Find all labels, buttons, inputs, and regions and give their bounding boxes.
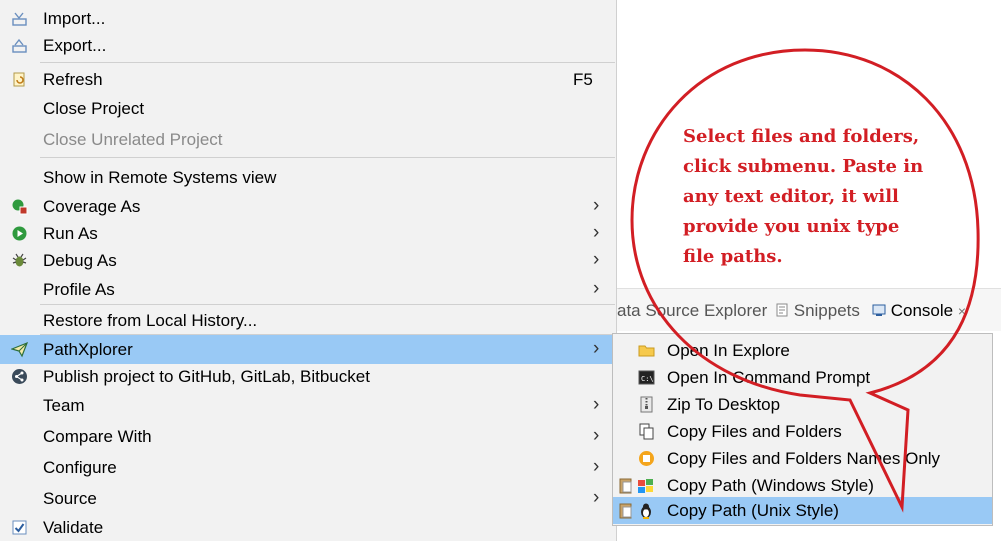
run-icon — [12, 226, 27, 241]
menu-item-label: Debug As — [43, 251, 117, 270]
menu-item-compare-with[interactable]: Compare With › — [0, 423, 614, 450]
snippets-icon — [776, 303, 788, 317]
annotation-line: file paths. — [683, 246, 783, 267]
tab-snippets[interactable]: Snippets — [775, 301, 860, 321]
menu-item-label: Close Unrelated Project — [43, 130, 223, 149]
menu-item-debug-as[interactable]: Debug As › — [0, 247, 614, 274]
menu-item-refresh[interactable]: Refresh F5 — [0, 66, 614, 93]
coverage-icon — [12, 199, 28, 215]
menu-item-label: Validate — [43, 518, 104, 537]
folder-icon — [638, 345, 655, 357]
annotation-line: Select files and folders, — [683, 126, 920, 147]
menu-item-source[interactable]: Source › — [0, 485, 614, 512]
menu-item-label: Coverage As — [43, 197, 141, 216]
names-icon — [639, 451, 654, 466]
annotation-line: click submenu. Paste in — [683, 156, 924, 177]
close-icon[interactable]: × — [958, 303, 966, 319]
zip-icon — [640, 396, 653, 413]
submenu-arrow-icon: › — [593, 487, 600, 508]
menu-item-publish-project[interactable]: Publish project to GitHub, GitLab, Bitbu… — [0, 363, 614, 390]
annotation-text: Select files and folders, click submenu.… — [683, 122, 943, 272]
menu-item-label: Publish project to GitHub, GitLab, Bitbu… — [43, 367, 370, 386]
menu-item-label: PathXplorer — [43, 340, 133, 359]
pathxplorer-submenu: Open In Explore C:\ Open In Command Prom… — [612, 333, 993, 526]
debug-bug-icon — [12, 253, 27, 267]
menu-item-label: Close Project — [43, 99, 145, 118]
menu-item-profile-as[interactable]: Profile As › — [0, 276, 614, 303]
submenu-item-copy-files-folders[interactable]: Copy Files and Folders — [613, 418, 992, 445]
submenu-item-open-in-explore[interactable]: Open In Explore — [613, 337, 992, 364]
submenu-arrow-icon: › — [593, 249, 600, 270]
submenu-arrow-icon: › — [593, 456, 600, 477]
menu-item-import[interactable]: Import... — [0, 5, 614, 32]
menu-item-label: Import... — [43, 9, 106, 28]
submenu-item-label: Open In Explore — [667, 341, 790, 360]
menu-item-show-remote-systems[interactable]: Show in Remote Systems view — [0, 164, 614, 191]
menu-item-label: Run As — [43, 224, 98, 243]
annotation-line: any text editor, it will — [683, 186, 899, 207]
shortcut-label: F5 — [573, 70, 593, 89]
menu-item-pathxplorer[interactable]: PathXplorer › — [0, 335, 614, 364]
tab-label: Snippets — [793, 301, 860, 320]
tab-console[interactable]: Console × — [872, 301, 966, 321]
view-tab-bar: ata Source Explorer Snippets Console × — [617, 288, 1001, 331]
submenu-item-zip-to-desktop[interactable]: Zip To Desktop — [613, 391, 992, 418]
menu-item-label: Team — [43, 396, 85, 415]
tab-data-source-explorer[interactable]: ata Source Explorer — [617, 301, 767, 321]
context-menu: Import... Export... Refresh F5 Close Pro… — [0, 0, 617, 541]
menu-item-label: Show in Remote Systems view — [43, 168, 277, 187]
submenu-arrow-icon: › — [593, 394, 600, 415]
tab-label: Console — [890, 301, 954, 320]
share-icon — [12, 369, 27, 384]
menu-item-label: Profile As — [43, 280, 115, 299]
checkbox-icon — [12, 520, 27, 535]
export-icon — [12, 38, 27, 53]
import-icon — [12, 12, 27, 26]
menu-item-export[interactable]: Export... — [0, 32, 614, 59]
windows-clipboard-icon — [619, 478, 653, 494]
submenu-item-label: Copy Path (Unix Style) — [667, 501, 839, 520]
submenu-arrow-icon: › — [593, 338, 600, 359]
svg-text:C:\: C:\ — [641, 375, 654, 383]
submenu-item-open-in-command-prompt[interactable]: C:\ Open In Command Prompt — [613, 364, 992, 391]
menu-item-configure[interactable]: Configure › — [0, 454, 614, 481]
menu-item-run-as[interactable]: Run As › — [0, 220, 614, 247]
submenu-item-copy-names-only[interactable]: Copy Files and Folders Names Only — [613, 445, 992, 472]
menu-item-team[interactable]: Team › — [0, 392, 614, 419]
menu-separator — [40, 157, 615, 158]
console-icon — [872, 304, 886, 316]
copy-icon — [639, 423, 654, 440]
menu-item-label: Source — [43, 489, 97, 508]
submenu-arrow-icon: › — [593, 222, 600, 243]
menu-item-close-project[interactable]: Close Project — [0, 95, 614, 122]
menu-item-label: Export... — [43, 36, 107, 55]
submenu-arrow-icon: › — [593, 195, 600, 216]
annotation-line: provide you unix type — [683, 216, 900, 237]
submenu-item-copy-path-windows[interactable]: Copy Path (Windows Style) — [613, 472, 992, 499]
submenu-arrow-icon: › — [593, 425, 600, 446]
submenu-item-label: Open In Command Prompt — [667, 368, 871, 387]
menu-item-label: Compare With — [43, 427, 152, 446]
submenu-item-label: Copy Files and Folders Names Only — [667, 449, 941, 468]
menu-item-close-unrelated-project: Close Unrelated Project — [0, 126, 614, 153]
menu-separator — [40, 304, 615, 305]
menu-item-label: Configure — [43, 458, 117, 477]
submenu-item-label: Zip To Desktop — [667, 395, 781, 414]
menu-separator — [40, 62, 615, 63]
menu-item-label: Refresh — [43, 70, 103, 89]
submenu-item-copy-path-unix[interactable]: Copy Path (Unix Style) — [613, 497, 992, 524]
menu-item-label: Restore from Local History... — [43, 311, 258, 330]
refresh-icon — [13, 72, 25, 87]
menu-item-restore-history[interactable]: Restore from Local History... — [0, 307, 614, 334]
submenu-arrow-icon: › — [593, 278, 600, 299]
paper-plane-icon — [11, 341, 28, 358]
submenu-item-label: Copy Path (Windows Style) — [667, 476, 874, 495]
submenu-item-label: Copy Files and Folders — [667, 422, 842, 441]
terminal-icon: C:\ — [638, 370, 655, 385]
menu-item-validate[interactable]: Validate — [0, 514, 614, 541]
menu-item-coverage-as[interactable]: Coverage As › — [0, 193, 614, 220]
linux-clipboard-icon — [619, 503, 651, 519]
